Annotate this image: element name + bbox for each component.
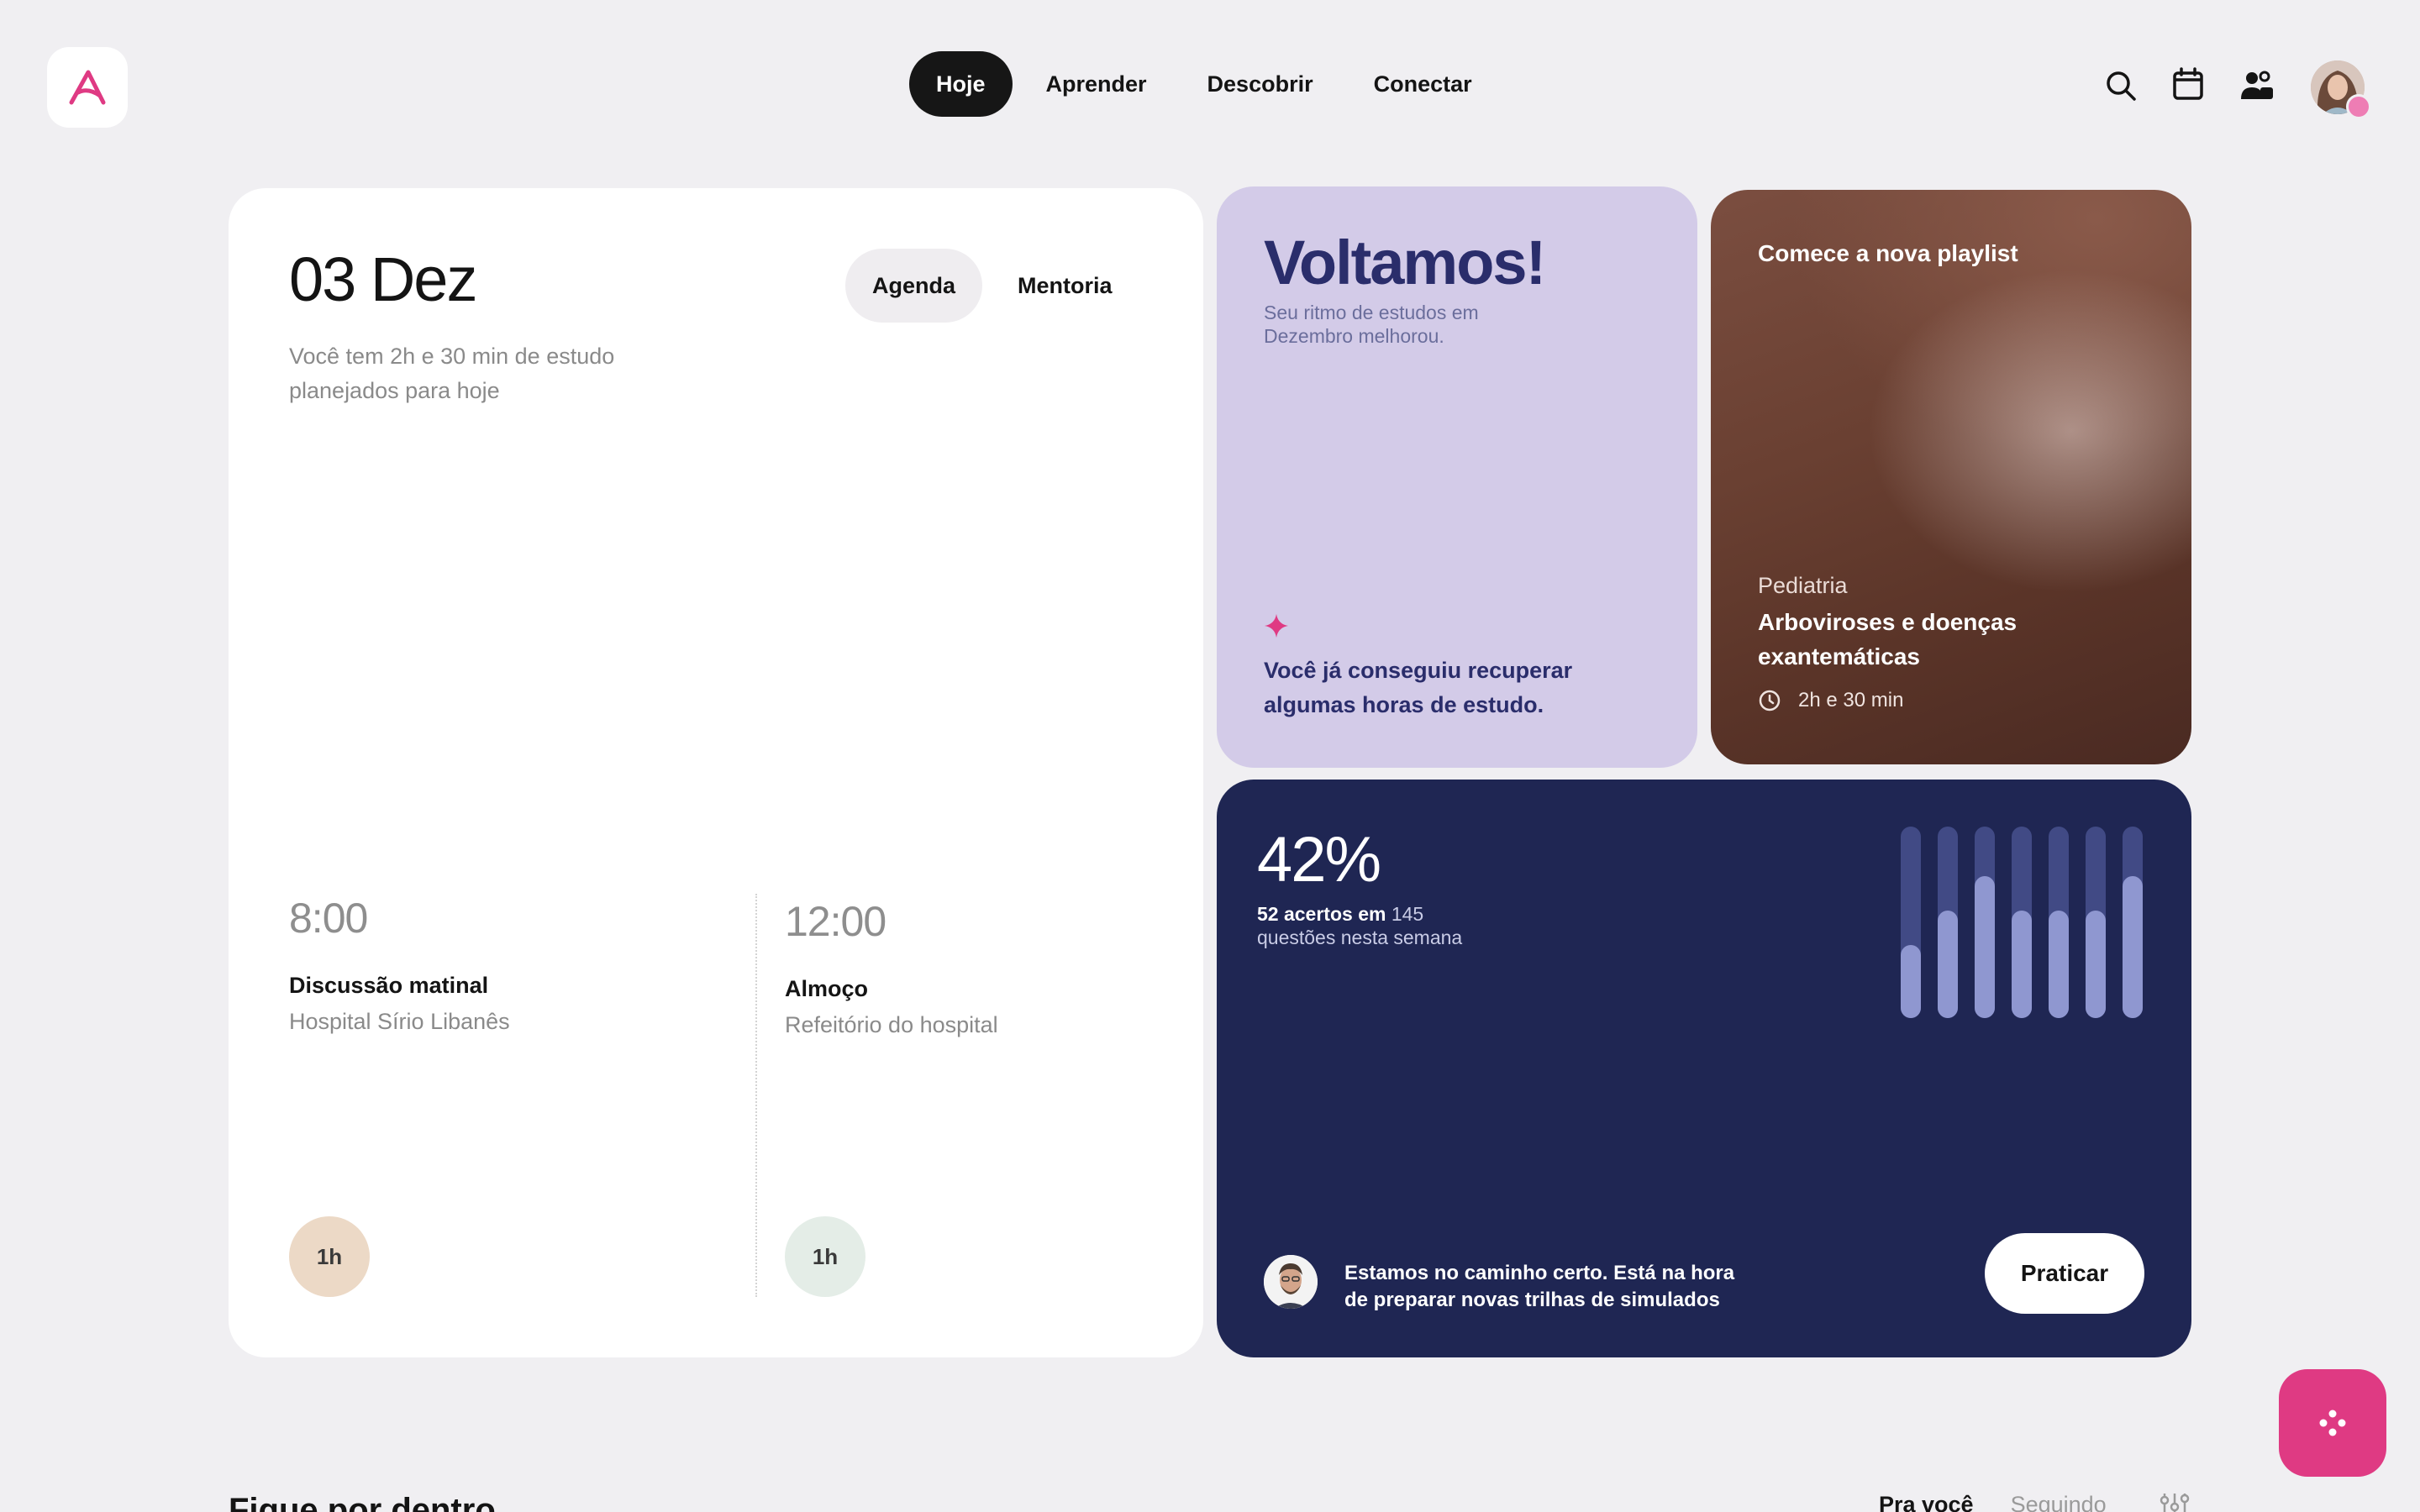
today-date: 03 Dez	[289, 244, 477, 314]
bar-track	[1901, 827, 1921, 1018]
bar-track	[1975, 827, 1995, 1018]
bar-track	[2086, 827, 2106, 1018]
home-page: Hoje Aprender Descobrir Conectar 03 Dez …	[0, 0, 2420, 1512]
app-logo[interactable]	[47, 47, 128, 128]
agenda-event[interactable]: 12:00 Almoço Refeitório do hospital	[785, 897, 998, 1038]
playlist-heading: Comece a nova playlist	[1758, 240, 2018, 266]
event-title: Almoço	[785, 976, 869, 1001]
playlist-duration: 2h e 30 min	[1758, 689, 1903, 712]
bar-fill	[2123, 876, 2143, 1018]
bar-fill	[1901, 945, 1921, 1018]
calendar-icon[interactable]	[2170, 66, 2207, 102]
view-toggle: Agenda Mentoria	[845, 249, 1139, 323]
nav-item-conectar[interactable]: Conectar	[1347, 51, 1499, 117]
bar-track	[2049, 827, 2069, 1018]
total-count: 145	[1391, 903, 1424, 925]
nav-item-descobrir[interactable]: Descobrir	[1181, 51, 1340, 117]
today-subtitle: Você tem 2h e 30 min de estudo planejado…	[289, 344, 615, 403]
bar-fill	[1975, 876, 1995, 1018]
feed-tabs: Pra você Seguindo	[1879, 1492, 2107, 1512]
coach-image	[1264, 1255, 1318, 1309]
today-card: 03 Dez Você tem 2h e 30 min de estudo pl…	[229, 188, 1203, 1357]
welcome-title: Voltamos!	[1264, 228, 1546, 297]
timeline-divider	[755, 894, 757, 1297]
dots-icon	[2319, 1410, 2346, 1436]
accuracy-suffix: questões nesta semana	[1257, 927, 1463, 948]
duration-text: 2h e 30 min	[1798, 689, 1904, 711]
bar-track	[1938, 827, 1958, 1018]
weekly-bars	[1901, 827, 2143, 1018]
status-badge	[2346, 94, 2371, 119]
correct-count: 52 acertos em	[1257, 903, 1386, 925]
community-icon[interactable]	[2238, 67, 2275, 104]
filter-icon[interactable]	[2158, 1492, 2191, 1512]
coach-avatar	[1264, 1255, 1318, 1309]
search-icon[interactable]	[2102, 67, 2139, 104]
duration-badge: 1h	[289, 1216, 370, 1297]
event-place: Hospital Sírio Libanês	[289, 1009, 510, 1034]
clock-icon	[1759, 690, 1781, 711]
bar-fill	[2012, 911, 2032, 1018]
tab-seguindo[interactable]: Seguindo	[2011, 1492, 2107, 1512]
event-time: 8:00	[289, 895, 368, 942]
tab-pra-voce[interactable]: Pra você	[1879, 1492, 1974, 1512]
event-time: 12:00	[785, 898, 886, 945]
welcome-card[interactable]: Voltamos! Seu ritmo de estudos em Dezemb…	[1217, 186, 1697, 768]
sparkle-icon	[1265, 614, 1288, 638]
agenda-event[interactable]: 8:00 Discussão matinal Hospital Sírio Li…	[289, 894, 510, 1035]
welcome-note: Você já conseguiu recuperar algumas hora…	[1264, 658, 1573, 717]
nav-item-aprender[interactable]: Aprender	[1019, 51, 1174, 117]
accuracy-detail: 52 acertos em 145 questões nesta semana	[1257, 902, 1560, 949]
bar-fill	[2086, 911, 2106, 1018]
welcome-subtitle: Seu ritmo de estudos em Dezembro melhoro…	[1264, 302, 1479, 347]
playlist-card[interactable]: Comece a nova playlist Pediatria Arbovir…	[1711, 190, 2191, 764]
bar-fill	[2049, 911, 2069, 1018]
nav-item-hoje[interactable]: Hoje	[909, 51, 1013, 117]
playlist-title: Arboviroses e doenças exantemáticas	[1758, 609, 2018, 669]
coach-message: Estamos no caminho certo. Está na hora d…	[1344, 1262, 1735, 1311]
tab-agenda[interactable]: Agenda	[845, 249, 983, 323]
logo-icon	[69, 70, 106, 105]
stats-card: 42% 52 acertos em 145 questões nesta sem…	[1217, 780, 2191, 1357]
bar-fill	[1938, 911, 1958, 1018]
accuracy-percent: 42%	[1257, 824, 1381, 895]
practice-button[interactable]: Praticar	[1985, 1233, 2144, 1314]
duration-badge: 1h	[785, 1216, 865, 1297]
bar-track	[2123, 827, 2143, 1018]
event-place: Refeitório do hospital	[785, 1012, 998, 1037]
bar-track	[2012, 827, 2032, 1018]
main-nav: Hoje Aprender Descobrir Conectar	[909, 51, 1499, 117]
feed-title: Fique por dentro	[229, 1492, 496, 1512]
tab-mentoria[interactable]: Mentoria	[991, 249, 1139, 323]
assistant-fab[interactable]	[2279, 1369, 2386, 1477]
event-title: Discussão matinal	[289, 973, 489, 998]
playlist-category: Pediatria	[1758, 573, 1848, 598]
